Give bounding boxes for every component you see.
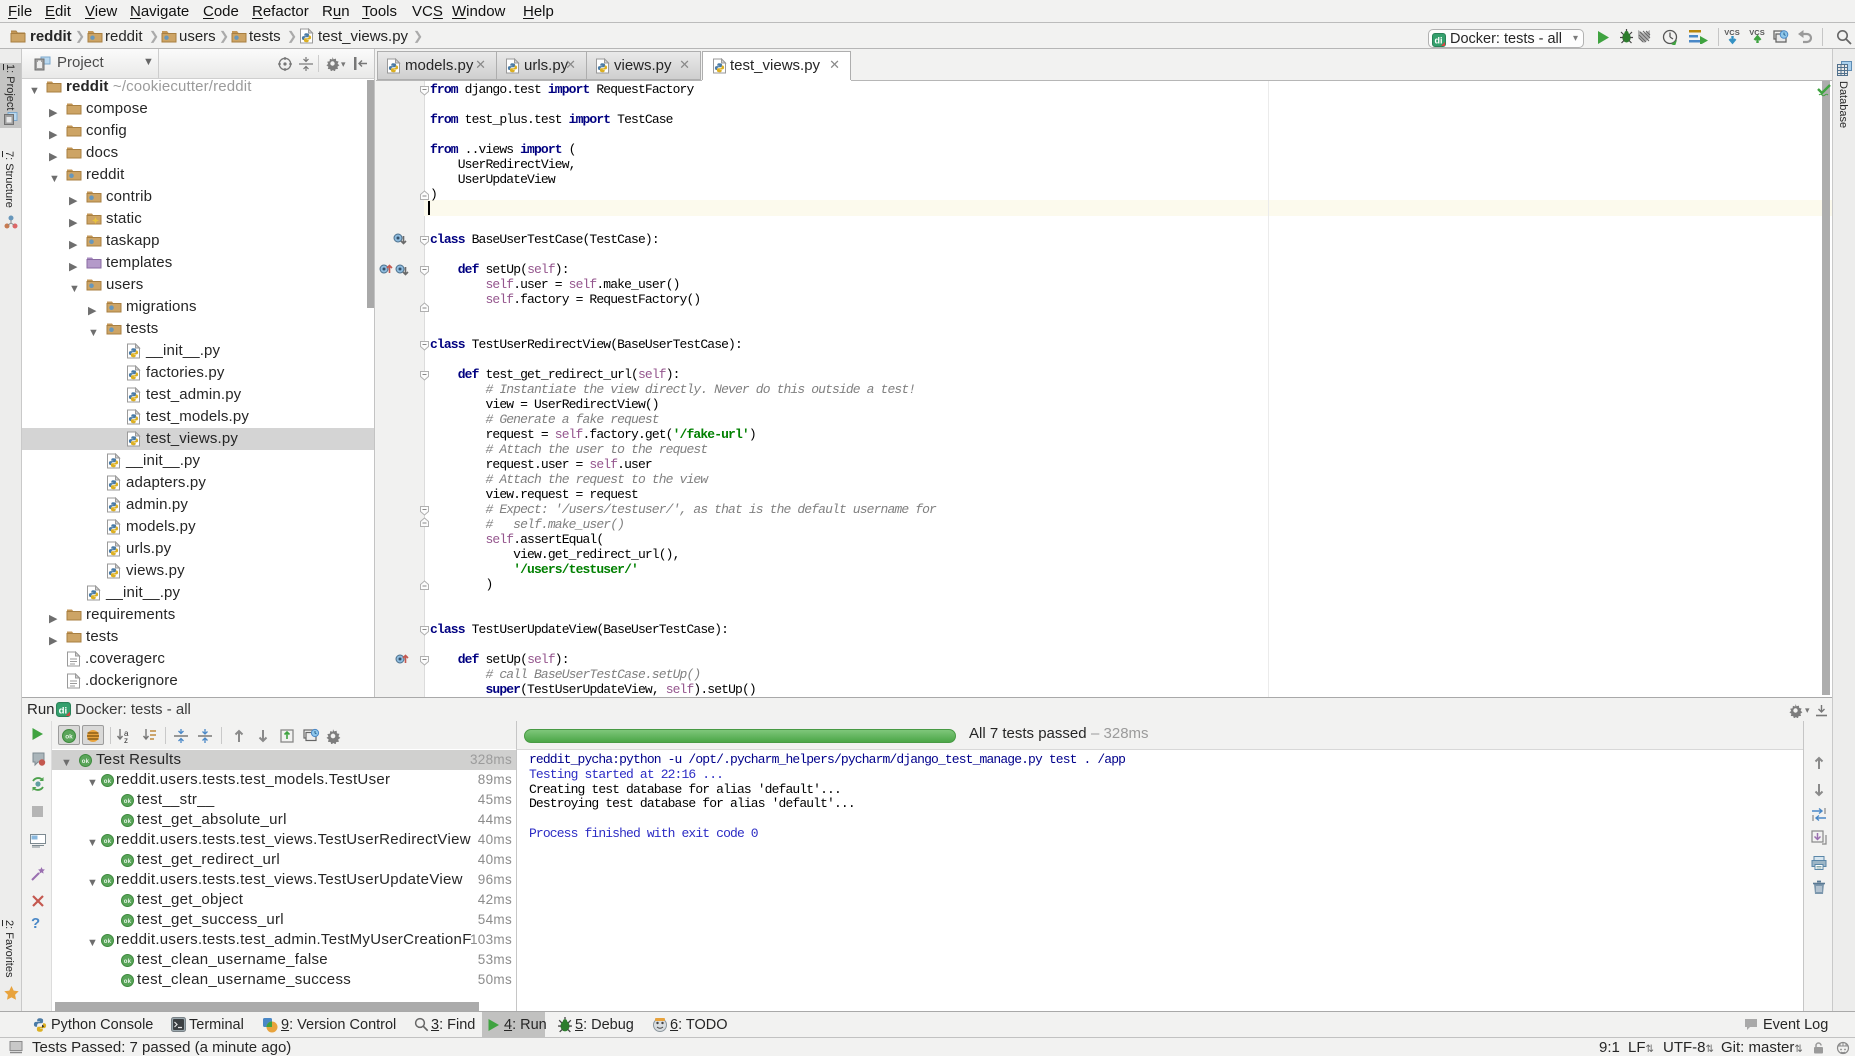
svg-text:di: di [1435,35,1443,45]
svg-text:di: di [59,705,68,716]
svg-text:VCS: VCS [1724,28,1739,37]
svg-text:z: z [124,736,128,744]
